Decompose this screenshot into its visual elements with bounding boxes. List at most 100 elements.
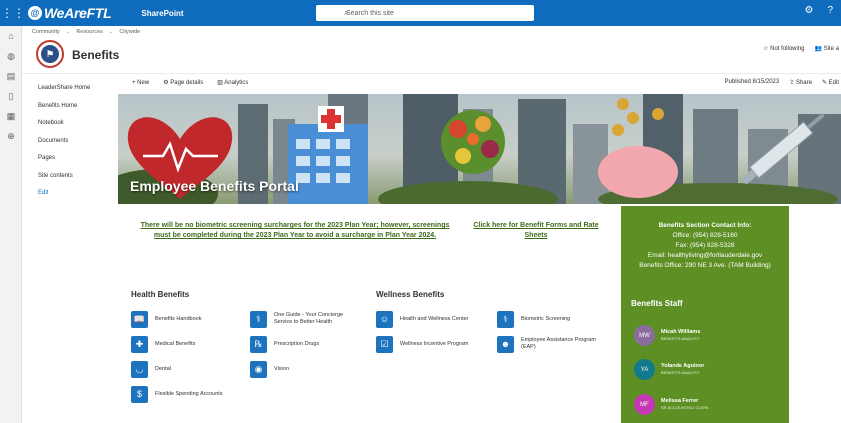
benefit-label: Health and Wellness Center — [400, 315, 469, 322]
brand-name: WeAreFTL — [44, 5, 112, 21]
staff-role: BENEFITS ANALYST — [661, 336, 700, 341]
contact-office-phone: Office: (954) 828-5160 — [672, 232, 738, 239]
benefit-label: Vision — [274, 365, 289, 372]
health-wellness-center-link[interactable]: ☺ Health and Wellness Center — [376, 309, 468, 329]
nav-site-contents[interactable]: Site contents — [38, 168, 108, 186]
doctor-icon: ☺ — [376, 310, 393, 328]
eye-icon: ◉ — [250, 360, 267, 378]
dental-link[interactable]: ◡ Dental — [131, 359, 171, 379]
page-details-button[interactable]: ⚙ Page details — [163, 79, 203, 86]
nav-documents[interactable]: Documents — [38, 133, 108, 151]
site-logo[interactable]: ⚑ — [36, 40, 64, 68]
benefit-label: Dental — [155, 365, 171, 372]
help-icon[interactable]: ? — [827, 5, 833, 16]
suite-bar: ⋮⋮ @ WeAreFTL SharePoint ⌕ Search this s… — [0, 0, 841, 26]
site-access-label: Site a — [823, 46, 839, 52]
medical-benefits-link[interactable]: ✚ Medical Benefits — [131, 334, 195, 354]
share-label: Share — [795, 80, 812, 86]
benefit-label: Biometric Screening — [521, 315, 571, 322]
edit-label: Edit — [828, 80, 839, 86]
hubnav-item[interactable]: Community — [32, 29, 60, 35]
biometric-screening-link[interactable]: ⚕ Biometric Screening — [497, 309, 570, 329]
right-column — [789, 206, 841, 423]
stethoscope-icon: ⚕ — [497, 310, 514, 328]
wellness-incentive-link[interactable]: ☑ Wellness Incentive Program — [376, 334, 468, 354]
brand-logo-icon: @ — [28, 6, 42, 20]
stethoscope-icon: ⚕ — [250, 310, 267, 328]
globe-icon[interactable]: ◍ — [0, 46, 22, 66]
quick-launch: LeaderShare Home Benefits Home Notebook … — [38, 80, 108, 203]
settings-icon[interactable]: ⚙ — [804, 5, 813, 16]
app-rail: ⌂ ◍ ▤ ▯ ▦ ⊕ — [0, 26, 22, 423]
analytics-button[interactable]: ▥ Analytics — [217, 79, 248, 86]
contact-title: Benefits Section Contact Info: — [658, 222, 752, 229]
flexible-spending-link[interactable]: $ Flexible Spending Accounts — [131, 384, 223, 404]
home-icon[interactable]: ⌂ — [0, 26, 22, 46]
nav-edit[interactable]: Edit — [38, 185, 108, 203]
vision-link[interactable]: ◉ Vision — [250, 359, 289, 379]
page-details-label: Page details — [170, 80, 204, 86]
analytics-label: Analytics — [224, 80, 249, 86]
staff-name: Micah Williams — [661, 329, 701, 335]
follow-button[interactable]: ☆ Not following — [763, 45, 804, 52]
benefit-label: Medical Benefits — [155, 340, 196, 347]
hubnav-item[interactable]: Resources — [76, 29, 102, 35]
benefit-label: Prescription Drugs — [274, 340, 320, 347]
tooth-icon: ◡ — [131, 360, 148, 378]
staff-role: BENEFITS ANALYST — [661, 370, 700, 375]
hub-navigation: Community ⌄ Resources ⌄ Citywide — [32, 26, 140, 38]
search-input[interactable]: ⌕ Search this site — [316, 5, 534, 21]
staff-name: Melissa Ferrer — [661, 398, 699, 404]
benefit-label: Benefits Handbook — [155, 315, 202, 322]
search-icon: ⌕ — [344, 7, 350, 17]
site-access-button[interactable]: 👥 Site a — [815, 45, 839, 52]
eap-link[interactable]: ☻ Employee Assistance Program (EAP) — [497, 334, 607, 354]
staff-name: Yolande Aguinor — [661, 363, 705, 369]
staff-card[interactable]: YA Yolande Aguinor BENEFITS ANALYST — [634, 359, 704, 380]
benefit-label: Wellness Incentive Program — [400, 340, 469, 347]
app-launcher-icon[interactable]: ⋮⋮ — [0, 0, 26, 26]
follow-label: Not following — [770, 46, 805, 52]
command-bar: + New ⚙ Page details ▥ Analytics — [132, 79, 248, 87]
brand[interactable]: @ WeAreFTL — [28, 5, 112, 21]
new-button[interactable]: + New — [132, 80, 149, 86]
hubnav-item[interactable]: Citywide — [119, 29, 140, 35]
news-icon[interactable]: ▤ — [0, 66, 22, 86]
staff-card[interactable]: MF Melissa Ferrer SR ACCOUNTING CLERK — [634, 394, 709, 415]
avatar: YA — [634, 359, 655, 380]
money-icon: $ — [131, 385, 148, 403]
contact-address: Benefits Office: 290 NE 3 Ave. (TAM Buil… — [639, 262, 771, 269]
biometric-notice-link[interactable]: There will be no biometric screening sur… — [132, 221, 458, 241]
hero-title: Employee Benefits Portal — [130, 178, 299, 194]
list-icon[interactable]: ▦ — [0, 106, 22, 126]
contact-info: Benefits Section Contact Info: Office: (… — [630, 221, 780, 271]
chevron-down-icon: ⌄ — [65, 29, 71, 35]
site-title[interactable]: Benefits — [72, 48, 119, 62]
checklist-icon: ☑ — [376, 335, 393, 353]
benefit-forms-link[interactable]: Click here for Benefit Forms and Rate Sh… — [466, 221, 606, 241]
nav-notebook[interactable]: Notebook — [38, 115, 108, 133]
published-status: Published 8/15/2023 — [724, 79, 780, 85]
add-icon[interactable]: ⊕ — [0, 126, 22, 146]
wellness-benefits-heading: Wellness Benefits — [376, 290, 445, 299]
file-icon[interactable]: ▯ — [0, 86, 22, 106]
medical-icon: ✚ — [131, 335, 148, 353]
nav-benefits-home[interactable]: Benefits Home — [38, 98, 108, 116]
avatar: MF — [634, 394, 655, 415]
pill-icon: ℞ — [250, 335, 267, 353]
header-divider — [22, 73, 841, 74]
contact-fax: Fax: (954) 828-5328 — [675, 242, 735, 249]
edit-button[interactable]: ✎ Edit — [822, 79, 839, 86]
staff-card[interactable]: MW Micah Williams BENEFITS ANALYST — [634, 325, 700, 346]
benefits-handbook-link[interactable]: 📖 Benefits Handbook — [131, 309, 201, 329]
staff-role: SR ACCOUNTING CLERK — [661, 405, 709, 410]
share-button[interactable]: ⇪ Share — [789, 79, 812, 86]
nav-leadershare-home[interactable]: LeaderShare Home — [38, 80, 108, 98]
prescription-drugs-link[interactable]: ℞ Prescription Drugs — [250, 334, 319, 354]
contact-email[interactable]: Email: healthyliving@fortlauderdale.gov — [630, 251, 780, 261]
chevron-down-icon: ⌄ — [108, 29, 114, 35]
app-name[interactable]: SharePoint — [141, 9, 183, 18]
site-logo-mark: ⚑ — [41, 45, 59, 63]
nav-pages[interactable]: Pages — [38, 150, 108, 168]
one-guide-link[interactable]: ⚕ One Guide - Your Concierge Service to … — [250, 309, 360, 329]
